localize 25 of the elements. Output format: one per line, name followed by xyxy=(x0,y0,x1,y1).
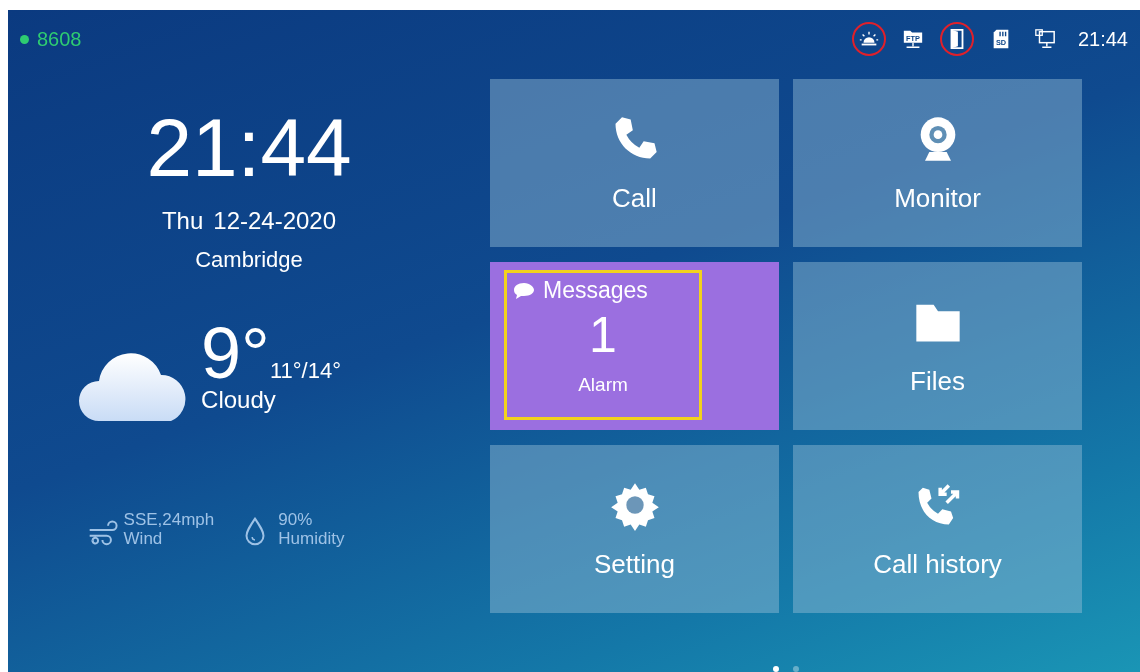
humidity-value: 90% xyxy=(278,511,314,530)
app-tile[interactable]: Call xyxy=(490,79,779,247)
date-text: 12-24-2020 xyxy=(213,207,337,235)
extension-number: 8608 xyxy=(37,27,82,51)
message-type: Alarm xyxy=(578,374,628,396)
app-tile[interactable]: Monitor xyxy=(793,79,1082,247)
message-count: 1 xyxy=(589,310,617,360)
page-indicator-dot[interactable] xyxy=(773,666,779,672)
weekday: Thu xyxy=(161,207,204,235)
status-time: 21:44 xyxy=(1077,27,1128,51)
messages-tile[interactable]: Messages 1 Alarm xyxy=(490,262,779,430)
messages-title: Messages xyxy=(543,277,648,304)
weather-condition: Cloudy xyxy=(201,385,277,414)
app-tile[interactable]: Setting xyxy=(490,445,779,613)
temperature-range: 11°/14° xyxy=(269,357,341,384)
humidity-label: Humidity xyxy=(278,529,345,549)
temperature: 9° xyxy=(201,321,270,386)
page-indicator-dot[interactable] xyxy=(793,666,799,672)
app-tile[interactable]: Files xyxy=(793,262,1082,430)
wind-label: Wind xyxy=(123,529,164,549)
city-name: Cambridge xyxy=(195,247,303,273)
clock-time: 21:44 xyxy=(146,107,352,189)
wind-value: SSE,24mph xyxy=(123,511,215,530)
app-tile[interactable]: Call history xyxy=(793,445,1082,613)
chat-bubble-icon xyxy=(513,280,535,301)
